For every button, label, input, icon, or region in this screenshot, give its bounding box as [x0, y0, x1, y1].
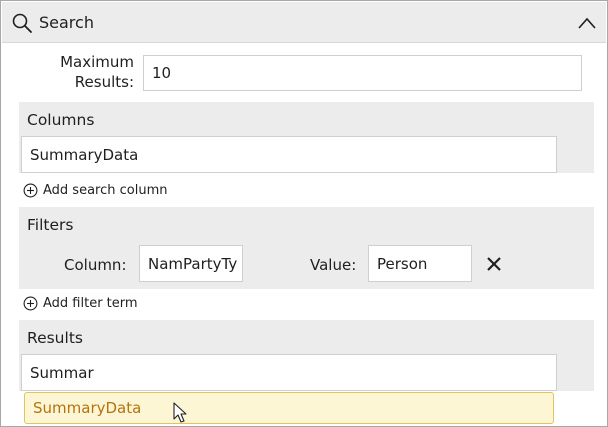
max-results-input[interactable]: 10 — [143, 55, 582, 91]
filters-title: Filters — [27, 216, 74, 234]
add-search-column-button[interactable]: Add search column — [23, 183, 167, 198]
add-filter-term-button[interactable]: Add filter term — [23, 296, 138, 311]
panel-title: Search — [39, 13, 94, 32]
filter-column-input[interactable]: NamPartyTy — [139, 245, 243, 282]
close-icon[interactable] — [484, 254, 504, 274]
search-panel: Search Maximum Results: 10 Columns Summa… — [0, 0, 608, 427]
filter-value-input[interactable]: Person — [368, 245, 472, 282]
result-column-input[interactable]: Summar — [21, 354, 557, 391]
chevron-up-icon[interactable] — [576, 14, 598, 32]
filters-section: Filters — [19, 207, 594, 289]
search-icon — [12, 13, 32, 33]
mouse-pointer-icon — [173, 402, 187, 423]
filter-value-label: Value: — [310, 256, 357, 274]
add-search-column-label: Add search column — [43, 183, 168, 198]
add-circle-icon — [23, 183, 38, 198]
column-input[interactable]: SummaryData — [21, 136, 557, 173]
filter-column-label: Column: — [64, 256, 127, 274]
max-results-label: Maximum Results: — [60, 53, 134, 91]
search-header[interactable]: Search — [2, 2, 606, 43]
columns-title: Columns — [27, 111, 95, 129]
add-filter-term-label: Add filter term — [43, 296, 138, 311]
add-circle-icon — [23, 296, 38, 311]
results-title: Results — [27, 329, 83, 347]
autocomplete-suggestion[interactable]: SummaryData — [24, 392, 554, 424]
